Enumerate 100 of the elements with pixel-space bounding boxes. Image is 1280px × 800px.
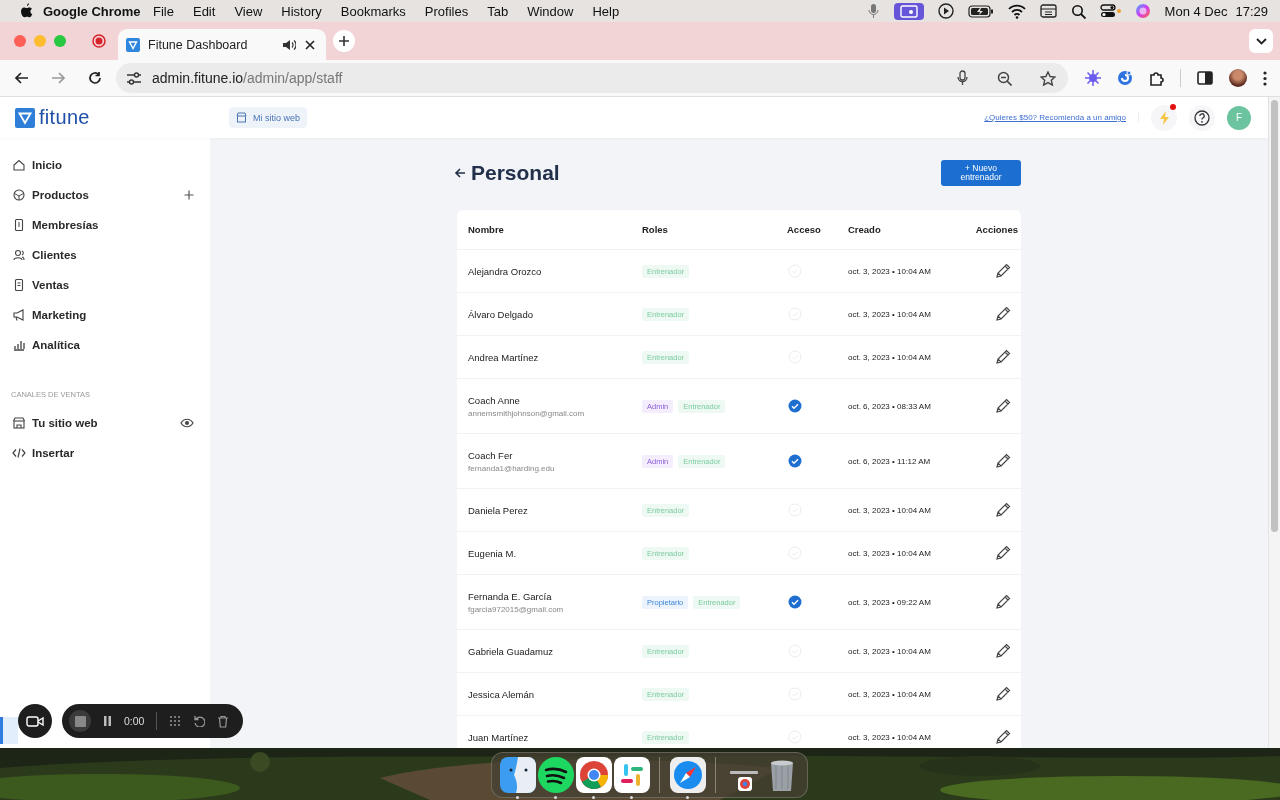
sidebar-item[interactable]: Analítica [0,330,210,360]
video-camera-icon [26,714,44,728]
restart-button[interactable] [193,715,206,727]
menu-item[interactable]: File [143,3,184,19]
edit-button[interactable] [995,453,1011,469]
stop-button[interactable] [69,710,91,732]
tab-search-button[interactable] [1249,29,1273,53]
code-icon [12,446,26,460]
created-date: oct. 3, 2023 • 10:04 AM [848,548,932,558]
back-arrow-icon[interactable] [454,167,466,179]
slack-app-icon[interactable] [613,757,650,793]
play-icon[interactable] [937,3,954,19]
logo-icon [15,107,35,128]
dot-grid-icon [169,715,182,727]
calendar-icon[interactable] [1039,3,1057,19]
menu-item[interactable]: Help [582,3,629,19]
edit-button[interactable] [995,263,1011,279]
screen-share-icon[interactable] [893,2,924,20]
tab-title: Fitune Dashboard [148,37,249,52]
notifications-button[interactable] [1151,104,1177,131]
edit-button[interactable] [995,502,1011,518]
column-header: Creado [848,224,882,235]
website-button[interactable]: Mi sitio web [229,107,307,128]
forward-icon[interactable] [51,71,66,85]
pencil-icon [995,594,1011,610]
pencil-icon [995,686,1011,702]
help-button[interactable] [1189,104,1215,131]
staff-name: Eugenia M. [468,547,518,559]
edit-button[interactable] [995,545,1011,561]
zoom-icon[interactable] [997,70,1012,86]
grid-button[interactable] [169,715,182,727]
back-icon[interactable] [14,71,29,85]
reload-icon[interactable] [88,71,102,85]
staff-name: Coach Anne [468,394,521,406]
edit-button[interactable] [995,349,1011,365]
delete-button[interactable] [217,714,230,728]
chevron-down-icon [1255,37,1267,45]
search-icon[interactable] [1070,3,1086,19]
staff-name: Álvaro Delgado [468,308,534,320]
browser-tab[interactable]: Fitune Dashboard [118,29,326,60]
edit-button[interactable] [995,306,1011,322]
menu-item[interactable]: Window [517,3,583,19]
new-tab-button[interactable] [333,30,355,52]
site-info-icon[interactable] [126,70,142,86]
sidebar-item[interactable]: Tu sitio web [0,408,210,438]
control-center-icon[interactable] [1099,3,1121,19]
sidebar-item[interactable]: Marketing [0,300,210,330]
sidebar-item[interactable]: Insertar [0,438,210,468]
recording-icon[interactable] [92,34,106,48]
speaker-icon[interactable] [282,37,296,52]
menu-item[interactable]: Tab [477,3,518,19]
edit-button[interactable] [995,729,1011,745]
referral-link[interactable]: ¿Quieres $50? Recomienda a un amigo [984,113,1139,122]
siri-icon[interactable] [1134,3,1151,19]
active-item-background[interactable] [0,717,18,744]
sidebar-item[interactable]: Productos [0,180,210,210]
close-icon[interactable] [304,38,316,51]
sidebar-item[interactable]: Clientes [0,240,210,270]
stop-icon [74,715,86,727]
scrollbar[interactable] [1268,97,1280,748]
menu-item[interactable]: Profiles [415,3,478,19]
menu-item[interactable]: History [271,3,332,19]
url-text: admin.fitune.io/admin/app/staff [152,70,344,86]
sparkle-icon[interactable] [1085,70,1101,86]
eye-icon[interactable] [180,417,194,429]
finder-app-icon[interactable] [499,757,536,793]
edit-button[interactable] [995,398,1011,414]
pencil-icon [995,349,1011,365]
sidebar-item[interactable]: Membresías [0,210,210,240]
page-title: Personal [471,161,560,185]
address-bar[interactable]: admin.fitune.io/admin/app/staff [116,63,1068,93]
created-date: oct. 3, 2023 • 10:04 AM [848,266,932,276]
menu-item[interactable]: Edit [183,3,225,19]
side-panel-icon[interactable] [1197,71,1213,85]
profile-avatar[interactable] [1229,69,1247,87]
edit-button[interactable] [995,686,1011,702]
favicon-icon [126,37,140,52]
puzzle-icon[interactable] [1149,70,1164,86]
more-icon[interactable] [1263,70,1267,86]
add-icon[interactable] [184,190,194,200]
app-name[interactable]: Google Chrome [43,3,141,19]
safari-app-icon[interactable] [669,757,706,793]
edit-button[interactable] [995,594,1011,610]
new-trainer-button[interactable]: + Nuevo entrenador [941,160,1021,186]
star-icon[interactable] [1040,70,1056,86]
microphone-icon[interactable] [956,70,969,86]
menu-item[interactable]: View [224,3,272,19]
battery-icon[interactable] [967,3,994,19]
help-icon [1194,109,1210,126]
sidebar-item[interactable]: Ventas [0,270,210,300]
wifi-icon[interactable] [1007,3,1026,19]
microphone-icon[interactable] [866,3,880,19]
pause-button[interactable] [103,716,112,726]
store-icon [236,112,247,123]
spotify-app-icon[interactable] [537,757,574,793]
sidebar-item[interactable]: Inicio [0,150,210,180]
edit-button[interactable] [995,643,1011,659]
pause-icon [103,716,112,726]
menu-item[interactable]: Bookmarks [331,3,416,19]
chrome-app-icon[interactable] [575,757,612,793]
